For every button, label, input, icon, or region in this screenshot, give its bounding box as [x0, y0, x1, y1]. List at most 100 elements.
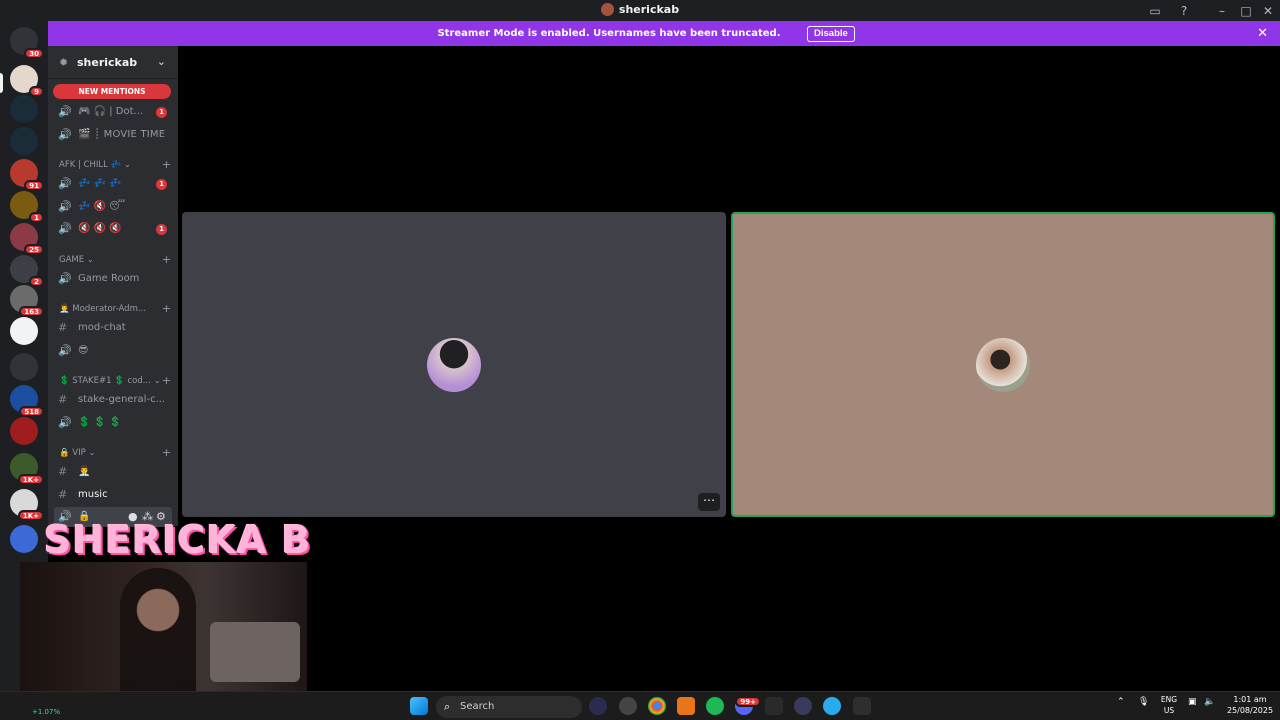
taskbar-clock[interactable]: 1:01 am 25/08/2025 [1226, 694, 1274, 716]
add-channel-icon[interactable]: + [162, 374, 171, 387]
voice-channel-afk-1[interactable]: 🔊 💤 💤 💤 1 [54, 174, 172, 194]
speaker-icon: 🔊 [58, 128, 72, 141]
streamer-figure [120, 568, 196, 708]
spotify-icon[interactable] [706, 697, 724, 715]
text-channel-vip[interactable]: # 👨‍💼 [54, 462, 172, 482]
channel-sidebar: ✹ sherickab ⌄ NEW MENTIONS 🔊 🎮 🎧 | Dot..… [48, 46, 178, 527]
new-mentions-pill[interactable]: NEW MENTIONS [53, 84, 171, 99]
category-moderator[interactable]: 👨‍💼 Moderator-Adm... + [59, 302, 171, 317]
search-icon: ⌕ [444, 700, 451, 713]
server-name: sherickab [77, 56, 138, 69]
hashtag-icon: # [58, 393, 68, 406]
text-channel-music[interactable]: # music [54, 485, 172, 505]
category-game[interactable]: GAME ⌄ + [59, 253, 171, 268]
active-server-pill [0, 73, 3, 93]
speaker-icon: 🔊 [58, 222, 72, 235]
participant-tile-1[interactable]: ⋯ [182, 212, 726, 517]
server-icon-stake-2[interactable] [10, 127, 38, 155]
voice-channel-mod[interactable]: 🔊 😎 [54, 341, 172, 361]
streamer-mode-banner: Streamer Mode is enabled. Usernames have… [48, 21, 1280, 46]
voice-stage: ⋯ [178, 46, 1280, 691]
app-icon-1[interactable] [589, 697, 607, 715]
maximize-icon[interactable]: □ [1238, 3, 1254, 19]
text-channel-mod-chat[interactable]: # mod-chat [54, 318, 172, 338]
chrome-icon[interactable] [648, 697, 666, 715]
start-icon[interactable] [410, 697, 428, 715]
hashtag-icon: # [58, 465, 68, 478]
more-options-icon[interactable]: ⋯ [698, 493, 720, 511]
server-icon-13[interactable] [10, 525, 38, 553]
close-window-icon[interactable]: ✕ [1260, 3, 1276, 19]
speaker-icon: 🔊 [58, 177, 72, 190]
speaker-icon: 🔊 [58, 344, 72, 357]
background-bed [210, 622, 300, 682]
network-icon[interactable]: ▣ [1188, 697, 1197, 707]
direct-messages-icon[interactable]: 30 [10, 27, 44, 59]
server-icon-stake[interactable] [10, 95, 38, 123]
server-icon-11[interactable]: 1K+ [10, 453, 44, 485]
add-channel-icon[interactable]: + [162, 158, 171, 171]
speaker-icon: 🔊 [58, 200, 72, 213]
stream-overlay-name: SHERICKA B [44, 518, 312, 562]
help-icon[interactable]: ? [1176, 3, 1192, 19]
window-titlebar: sherickab ▭ ? – □ ✕ [0, 0, 1280, 21]
add-channel-icon[interactable]: + [162, 446, 171, 459]
text-channel-stake-general[interactable]: # stake-general-c... [54, 390, 172, 410]
webcam-overlay [20, 562, 307, 708]
user-avatar-icon [600, 3, 614, 16]
chevron-up-icon[interactable]: ⌃ [1117, 697, 1125, 707]
voice-channel-dot[interactable]: 🔊 🎮 🎧 | Dot... 1 [54, 102, 172, 122]
mention-badge: 1 [156, 224, 167, 235]
banner-message: Streamer Mode is enabled. Usernames have… [437, 28, 781, 39]
voice-channel-afk-2[interactable]: 🔊 💤 🔇 😴 [54, 197, 172, 217]
server-icon-8[interactable] [10, 317, 38, 345]
server-gear-icon: ✹ [59, 56, 69, 69]
speaker-icon: 🔊 [58, 272, 72, 285]
voice-channel-game-room[interactable]: 🔊 Game Room [54, 269, 172, 289]
participant-avatar [976, 338, 1030, 392]
participant-tile-2-speaking[interactable] [731, 212, 1275, 517]
server-icon-5[interactable]: 25 [10, 223, 44, 255]
language-indicator[interactable]: ENG US [1158, 694, 1180, 716]
category-afk-chill[interactable]: AFK | CHILL 💤 ⌄ + [59, 158, 171, 173]
add-channel-icon[interactable]: + [162, 253, 171, 266]
folder-icon[interactable] [10, 353, 38, 381]
server-icon-4[interactable]: 1 [10, 191, 44, 223]
server-icon-6[interactable]: 2 [10, 255, 44, 287]
chevron-down-icon: ⌄ [156, 55, 166, 68]
category-vip[interactable]: 🔒 VIP ⌄ + [59, 446, 171, 461]
voice-channel-afk-3[interactable]: 🔊 🔇 🔇 🔇 1 [54, 219, 172, 239]
app-icon-6[interactable] [853, 697, 871, 715]
server-icon-7[interactable]: 163 [10, 285, 44, 317]
app-icon-4[interactable] [765, 697, 783, 715]
hashtag-icon: # [58, 321, 68, 334]
inbox-icon[interactable]: ▭ [1147, 3, 1163, 19]
windows-taskbar: +1.07% ⌕ Search 99+ ⌃ 🎙 ENG US ▣ 🔈 1:01 … [0, 691, 1280, 720]
speaker-icon: 🔊 [58, 416, 72, 429]
app-icon-3[interactable] [677, 697, 695, 715]
volume-icon[interactable]: 🔈 [1204, 697, 1215, 707]
taskbar-search[interactable]: ⌕ Search [436, 696, 582, 718]
server-header[interactable]: ✹ sherickab ⌄ [48, 46, 178, 79]
server-icon-10[interactable] [10, 417, 38, 445]
add-channel-icon[interactable]: + [162, 302, 171, 315]
microphone-icon[interactable]: 🎙 [1138, 697, 1149, 707]
voice-channel-movie-time[interactable]: 🔊 🎬 ┊ MOVIE TIME [54, 125, 172, 145]
participant-avatar [427, 338, 481, 392]
mention-badge: 1 [156, 179, 167, 190]
close-banner-icon[interactable]: ✕ [1257, 26, 1268, 41]
stock-ticker: +1.07% [32, 708, 61, 716]
server-icon-9[interactable]: 518 [10, 385, 44, 417]
app-icon-2[interactable] [619, 697, 637, 715]
category-stake[interactable]: 💲 STAKE#1 💲 cod... ⌄ + [59, 374, 171, 389]
voice-channel-stake[interactable]: 🔊 💲 💲 💲 [54, 413, 172, 433]
speaker-icon: 🔊 [58, 105, 72, 118]
app-icon-5[interactable] [794, 697, 812, 715]
telegram-icon[interactable] [823, 697, 841, 715]
server-icon-3[interactable]: 91 [10, 159, 44, 191]
disable-button[interactable]: Disable [807, 26, 855, 42]
minimize-icon[interactable]: – [1214, 3, 1230, 19]
server-icon-12[interactable]: 1K+ [10, 489, 44, 521]
server-icon-sherickab[interactable]: 9 [10, 65, 44, 97]
discord-icon[interactable]: 99+ [735, 696, 761, 715]
